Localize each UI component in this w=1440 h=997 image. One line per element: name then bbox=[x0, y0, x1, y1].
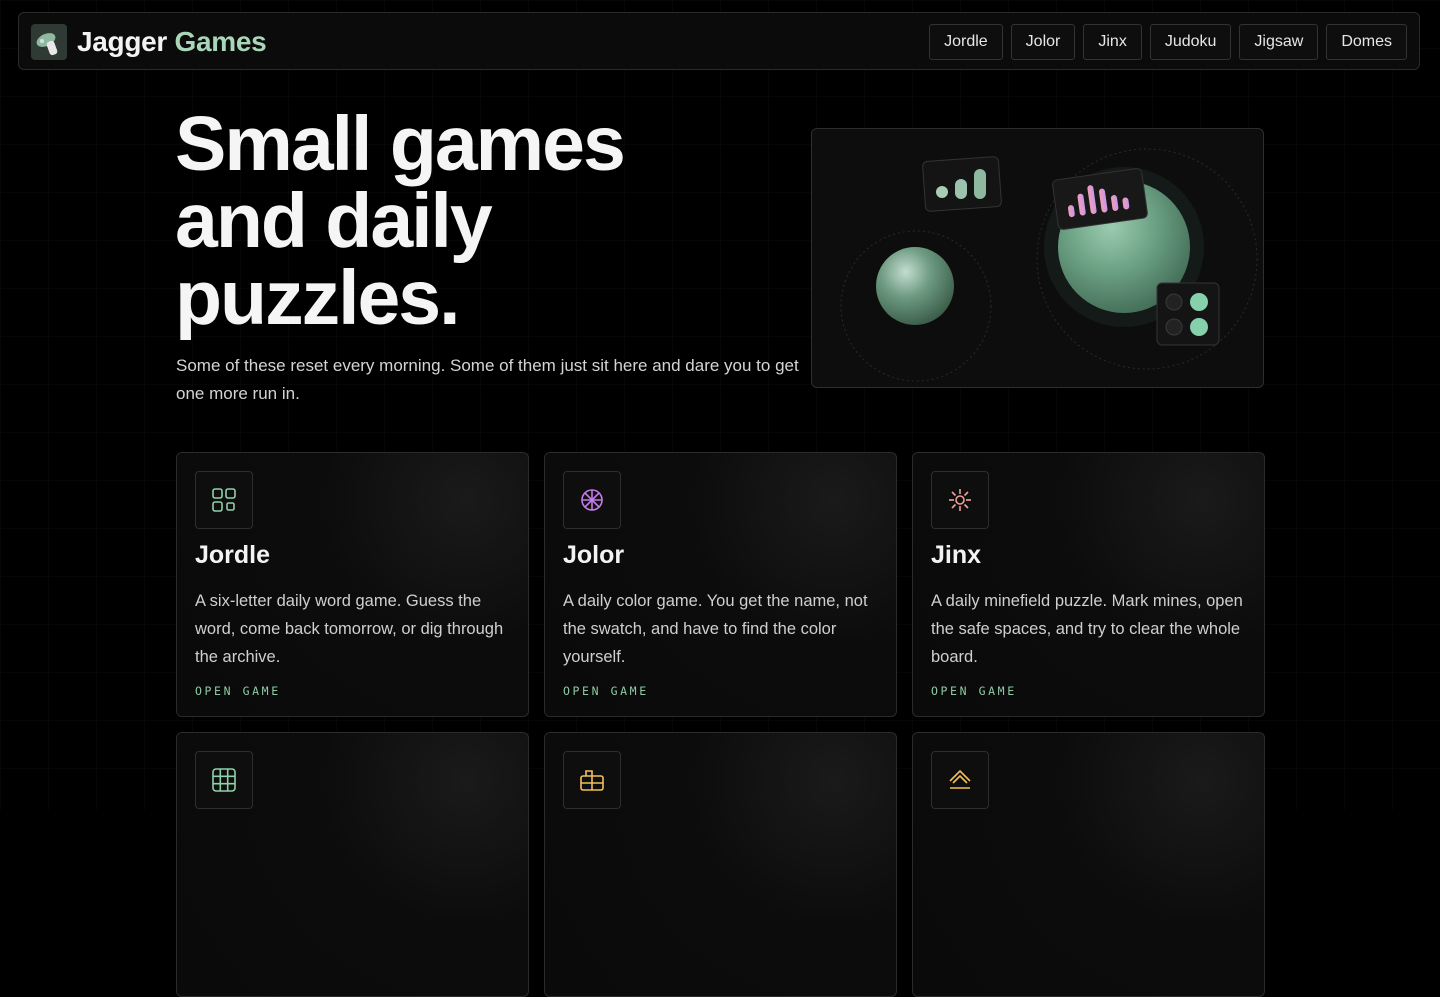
brand-name: Jagger Games bbox=[77, 26, 267, 58]
hero-illustration bbox=[811, 128, 1264, 388]
game-card-domes[interactable] bbox=[912, 732, 1265, 997]
color-wheel-icon bbox=[563, 471, 621, 529]
game-cards-grid: Jordle A six-letter daily word game. Gue… bbox=[176, 452, 1265, 997]
nav-link-domes[interactable]: Domes bbox=[1326, 24, 1407, 60]
hero-illustration-graphic bbox=[840, 148, 1258, 382]
top-navigation-bar: Jagger Games Jordle Jolor Jinx Judoku Ji… bbox=[18, 12, 1420, 70]
card-description: A six-letter daily word game. Guess the … bbox=[195, 592, 504, 666]
sparkle-icon bbox=[931, 471, 989, 529]
game-card-jolor[interactable]: Jolor A daily color game. You get the na… bbox=[544, 452, 897, 717]
hero-title-line-2: and daily bbox=[175, 178, 493, 264]
bar-stats-card bbox=[922, 156, 1002, 212]
game-card-jordle[interactable]: Jordle A six-letter daily word game. Gue… bbox=[176, 452, 529, 717]
open-game-link[interactable]: OPEN GAME bbox=[931, 684, 1017, 698]
game-card-jinx[interactable]: Jinx A daily minefield puzzle. Mark mine… bbox=[912, 452, 1265, 717]
card-title: Jordle bbox=[195, 541, 271, 569]
open-game-link[interactable]: OPEN GAME bbox=[563, 684, 649, 698]
sudoku-grid-icon bbox=[195, 751, 253, 809]
nav-link-judoku[interactable]: Judoku bbox=[1149, 24, 1232, 60]
nav-link-jolor[interactable]: Jolor bbox=[1010, 24, 1076, 60]
hero-title-line-3: puzzles. bbox=[175, 255, 461, 341]
card-title: Jinx bbox=[931, 541, 982, 569]
dome-icon bbox=[931, 751, 989, 809]
card-description: A daily minefield puzzle. Mark mines, op… bbox=[931, 592, 1243, 666]
puzzle-box-icon bbox=[563, 751, 621, 809]
brand[interactable]: Jagger Games bbox=[31, 24, 267, 60]
card-description: A daily color game. You get the name, no… bbox=[563, 592, 868, 666]
grid-2x2-icon bbox=[195, 471, 253, 529]
hero-subtitle: Some of these reset every morning. Some … bbox=[176, 356, 799, 403]
nav-link-jigsaw[interactable]: Jigsaw bbox=[1239, 24, 1319, 60]
dots-card bbox=[1156, 282, 1220, 346]
brand-name-accent: Games bbox=[174, 26, 267, 57]
card-title: Jolor bbox=[563, 541, 625, 569]
hero-title: Small games and daily puzzles. bbox=[175, 106, 775, 337]
brand-name-primary: Jagger bbox=[77, 26, 168, 57]
game-card-judoku[interactable] bbox=[176, 732, 529, 997]
nav-link-jordle[interactable]: Jordle bbox=[929, 24, 1003, 60]
game-card-jigsaw[interactable] bbox=[544, 732, 897, 997]
nav-links: Jordle Jolor Jinx Judoku Jigsaw Domes bbox=[929, 24, 1407, 60]
nav-link-jinx[interactable]: Jinx bbox=[1083, 24, 1142, 60]
hero-title-line-1: Small games bbox=[175, 101, 626, 187]
open-game-link[interactable]: OPEN GAME bbox=[195, 684, 281, 698]
mushroom-logo-icon bbox=[31, 24, 67, 60]
